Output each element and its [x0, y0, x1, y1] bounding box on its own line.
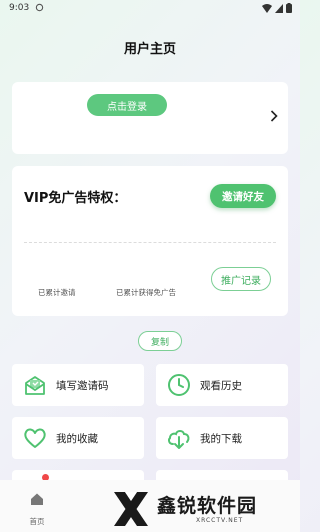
menu-item-favorites[interactable]: 我的收藏 — [12, 417, 144, 459]
menu-item-label: 填写邀请码 — [56, 379, 109, 392]
menu-item-downloads[interactable]: 我的下载 — [156, 417, 288, 459]
battery-icon — [286, 3, 292, 13]
watermark-subtext: XRCCTV.NET — [196, 517, 244, 524]
invite-code-icon — [25, 376, 45, 395]
clock-icon — [168, 374, 190, 396]
menu-item-label: 观看历史 — [200, 379, 242, 392]
menu-item-label: 我的收藏 — [56, 432, 98, 445]
signal-icon — [275, 3, 283, 13]
watermark-text: 鑫锐软件园 — [157, 495, 258, 517]
vip-title: VIP免广告特权： — [24, 191, 127, 206]
divider — [24, 242, 276, 243]
status-bar: 9:03 — [0, 0, 300, 16]
nav-home-label: 首页 — [29, 517, 45, 526]
stat-invited-label: 已累计邀请 — [38, 288, 76, 297]
notification-app-icon — [35, 3, 44, 12]
status-time: 9:03 — [9, 3, 30, 13]
login-card[interactable]: 点击登录 — [12, 82, 288, 154]
heart-icon — [24, 428, 46, 448]
invite-friends-button[interactable]: 邀请好友 — [210, 184, 276, 208]
copy-button[interactable]: 复制 — [138, 331, 182, 351]
nav-home[interactable]: 首页 — [20, 492, 54, 528]
menu-item-history[interactable]: 观看历史 — [156, 364, 288, 406]
page-title: 用户主页 — [123, 42, 176, 57]
menu-item-invite-code[interactable]: 填写邀请码 — [12, 364, 144, 406]
vip-card: VIP免广告特权： 邀请好友 已累计邀请 已累计获得免广告 推广记录 — [12, 166, 288, 316]
chevron-right-icon[interactable] — [270, 110, 278, 122]
login-button[interactable]: 点击登录 — [87, 94, 167, 116]
promo-record-button[interactable]: 推广记录 — [211, 267, 271, 291]
cloud-download-icon — [168, 430, 190, 449]
home-icon — [31, 493, 43, 505]
watermark: 鑫锐软件园 XRCCTV.NET — [110, 488, 295, 530]
menu-item-label: 我的下载 — [200, 432, 242, 445]
wifi-icon — [262, 3, 272, 13]
status-indicators — [262, 3, 292, 13]
watermark-logo-icon — [114, 492, 148, 526]
stat-adfree-label: 已累计获得免广告 — [116, 288, 176, 297]
